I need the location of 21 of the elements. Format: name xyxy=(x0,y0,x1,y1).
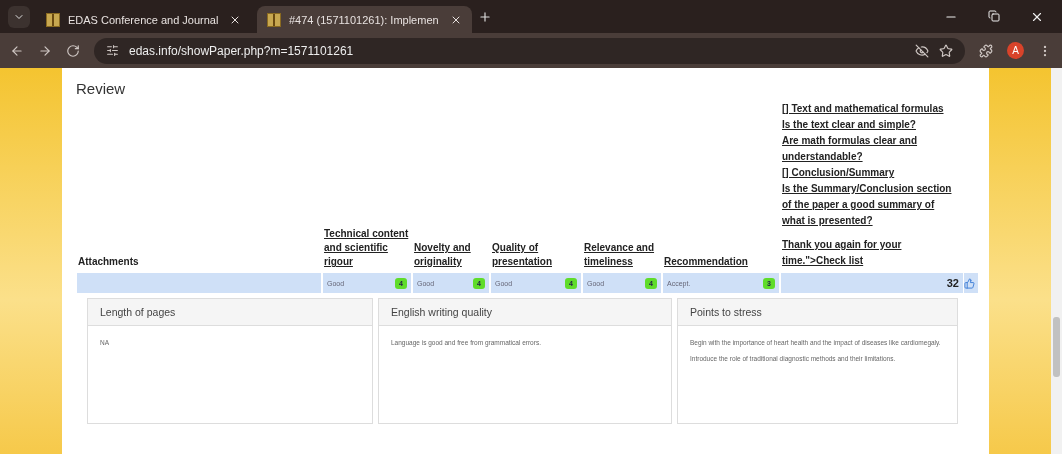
column-header-link[interactable]: Novelty and originality xyxy=(412,241,490,273)
section-title: Review xyxy=(76,80,127,97)
card-title: English writing quality xyxy=(379,299,671,326)
checklist-link[interactable]: [] Conclusion/Summary xyxy=(782,165,954,181)
total-score: 32 xyxy=(781,273,963,293)
checklist-link[interactable]: Thank you again for your time.">Check list xyxy=(782,237,954,269)
profile-avatar[interactable]: A xyxy=(1007,42,1024,59)
column-header-link[interactable]: Relevance and timeliness xyxy=(582,241,662,273)
checklist-link[interactable]: [] Text and mathematical formulas xyxy=(782,101,954,117)
checklist-link[interactable]: Is the Summary/Conclusion section of the paper a good summary of what is presented? xyxy=(782,181,954,229)
browser-tab[interactable]: EDAS Conference and Journal xyxy=(36,6,251,33)
card-title: Length of pages xyxy=(88,299,372,326)
browser-tab[interactable]: #474 (1571101261): Implemen xyxy=(257,6,472,33)
card-title: Points to stress xyxy=(678,299,957,326)
column-header: Attachments xyxy=(77,255,140,269)
address-bar[interactable]: edas.info/showPaper.php?m=1571101261 xyxy=(94,37,965,64)
column-header-link[interactable]: Technical content and scientific rigour xyxy=(322,227,412,273)
column-header-link[interactable]: Quality of presentation xyxy=(490,241,582,273)
checklist-link[interactable]: Are math formulas clear and understandable? xyxy=(782,133,954,165)
column-header-link[interactable]: Recommendation xyxy=(662,255,780,273)
checklist-link[interactable]: Is the text clear and simple? xyxy=(782,117,954,133)
